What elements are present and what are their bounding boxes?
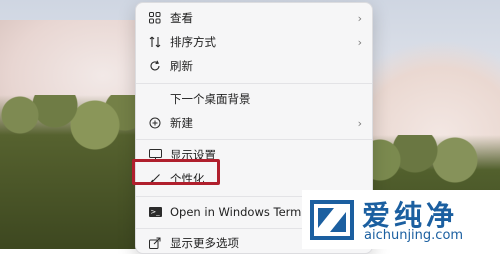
grid-icon: [148, 11, 162, 25]
menu-item-label: 排序方式: [170, 35, 216, 49]
highlight-box: [132, 159, 220, 185]
menu-item-sort[interactable]: 排序方式 ›: [136, 30, 372, 54]
plus-circle-icon: [148, 116, 162, 130]
chevron-right-icon: ›: [357, 35, 362, 49]
menu-item-label: 新建: [170, 116, 193, 130]
sort-icon: [148, 35, 162, 49]
menu-item-label: Open in Windows Terminal: [170, 205, 323, 219]
share-icon: [148, 236, 162, 250]
chevron-right-icon: ›: [357, 116, 362, 130]
background-trees-left: [0, 95, 145, 249]
menu-item-next-background[interactable]: 下一个桌面背景: [136, 87, 372, 111]
watermark: 爱纯净 aichunjing.com: [302, 190, 500, 249]
menu-separator: [136, 139, 372, 140]
chevron-right-icon: ›: [357, 11, 362, 25]
menu-item-label: 查看: [170, 11, 193, 25]
menu-separator: [136, 83, 372, 84]
watermark-logo-icon: [310, 200, 354, 240]
menu-item-label: 刷新: [170, 59, 193, 73]
terminal-icon: >_: [148, 207, 162, 217]
refresh-icon: [148, 59, 162, 73]
watermark-url: aichunjing.com: [364, 228, 464, 243]
menu-item-label: 下一个桌面背景: [170, 92, 251, 106]
menu-item-new[interactable]: 新建 ›: [136, 111, 372, 135]
menu-item-refresh[interactable]: 刷新: [136, 54, 372, 78]
menu-item-view[interactable]: 查看 ›: [136, 6, 372, 30]
